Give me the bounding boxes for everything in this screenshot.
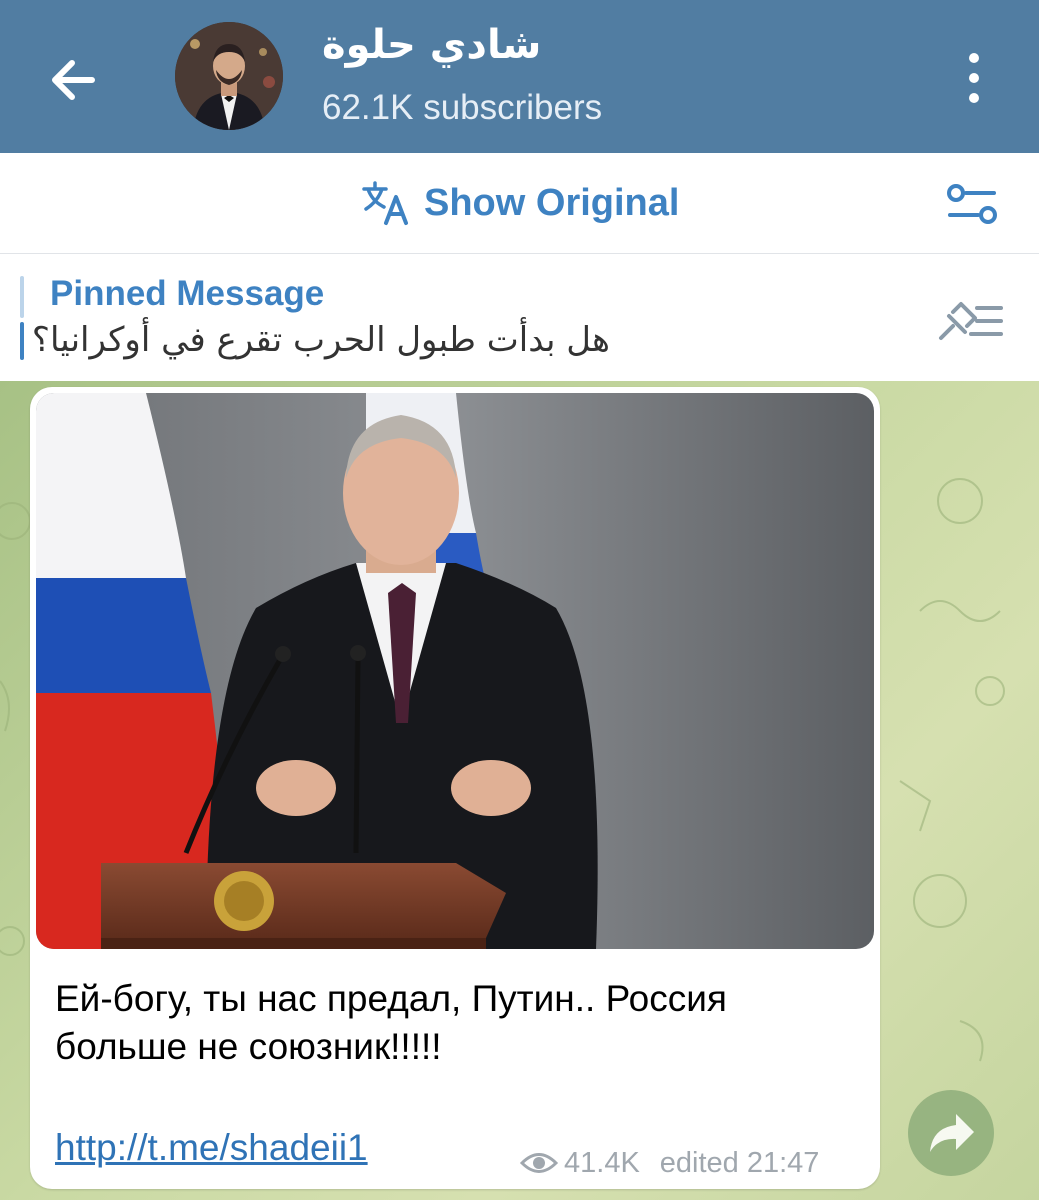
chat-background: Ей-богу, ты нас предал, Путин.. Россия б…: [0, 381, 1039, 1200]
message-meta: 41.4K edited 21:47: [520, 1143, 819, 1183]
view-count: 41.4K: [564, 1146, 640, 1179]
more-vert-icon: [969, 53, 979, 103]
pinned-text: هل بدأت طبول الحرب تقرع في أوكرانيا؟: [31, 320, 610, 360]
translate-icon: [362, 181, 408, 225]
channel-avatar[interactable]: [175, 22, 283, 130]
pinned-message-bar[interactable]: Pinned Message هل بدأت طبول الحرب تقرع ف…: [0, 254, 1039, 381]
pinned-list-icon: [939, 302, 1003, 340]
back-arrow-icon: [52, 60, 95, 100]
eye-icon: [520, 1153, 558, 1173]
translate-settings-icon: [947, 184, 997, 224]
message-link[interactable]: http://t.me/shadeii1: [55, 1127, 368, 1169]
message-photo[interactable]: [36, 393, 874, 949]
message-bubble[interactable]: Ей-богу, ты нас предал, Путин.. Россия б…: [30, 387, 880, 1189]
show-original-label: Show Original: [424, 181, 680, 224]
share-arrow-icon: [930, 1114, 974, 1152]
share-button[interactable]: [908, 1090, 994, 1176]
edited-time: edited 21:47: [659, 1146, 820, 1179]
pinned-indicator-active: [20, 322, 24, 360]
channel-header: شادي حلوة 62.1K subscribers: [0, 0, 1039, 153]
pinned-indicator: [20, 276, 24, 318]
translation-settings-button[interactable]: [944, 181, 1000, 227]
pinned-label: Pinned Message: [50, 274, 325, 313]
channel-title[interactable]: شادي حلوة: [322, 22, 541, 68]
back-button[interactable]: [40, 45, 110, 115]
show-original-button[interactable]: Show Original: [360, 177, 679, 229]
more-menu-button[interactable]: [952, 50, 996, 106]
translate-bar: Show Original: [0, 153, 1039, 254]
pinned-list-button[interactable]: [935, 294, 1007, 344]
message-text: Ей-богу, ты нас предал, Путин.. Россия б…: [55, 978, 727, 1067]
subscriber-count: 62.1K subscribers: [322, 88, 603, 127]
